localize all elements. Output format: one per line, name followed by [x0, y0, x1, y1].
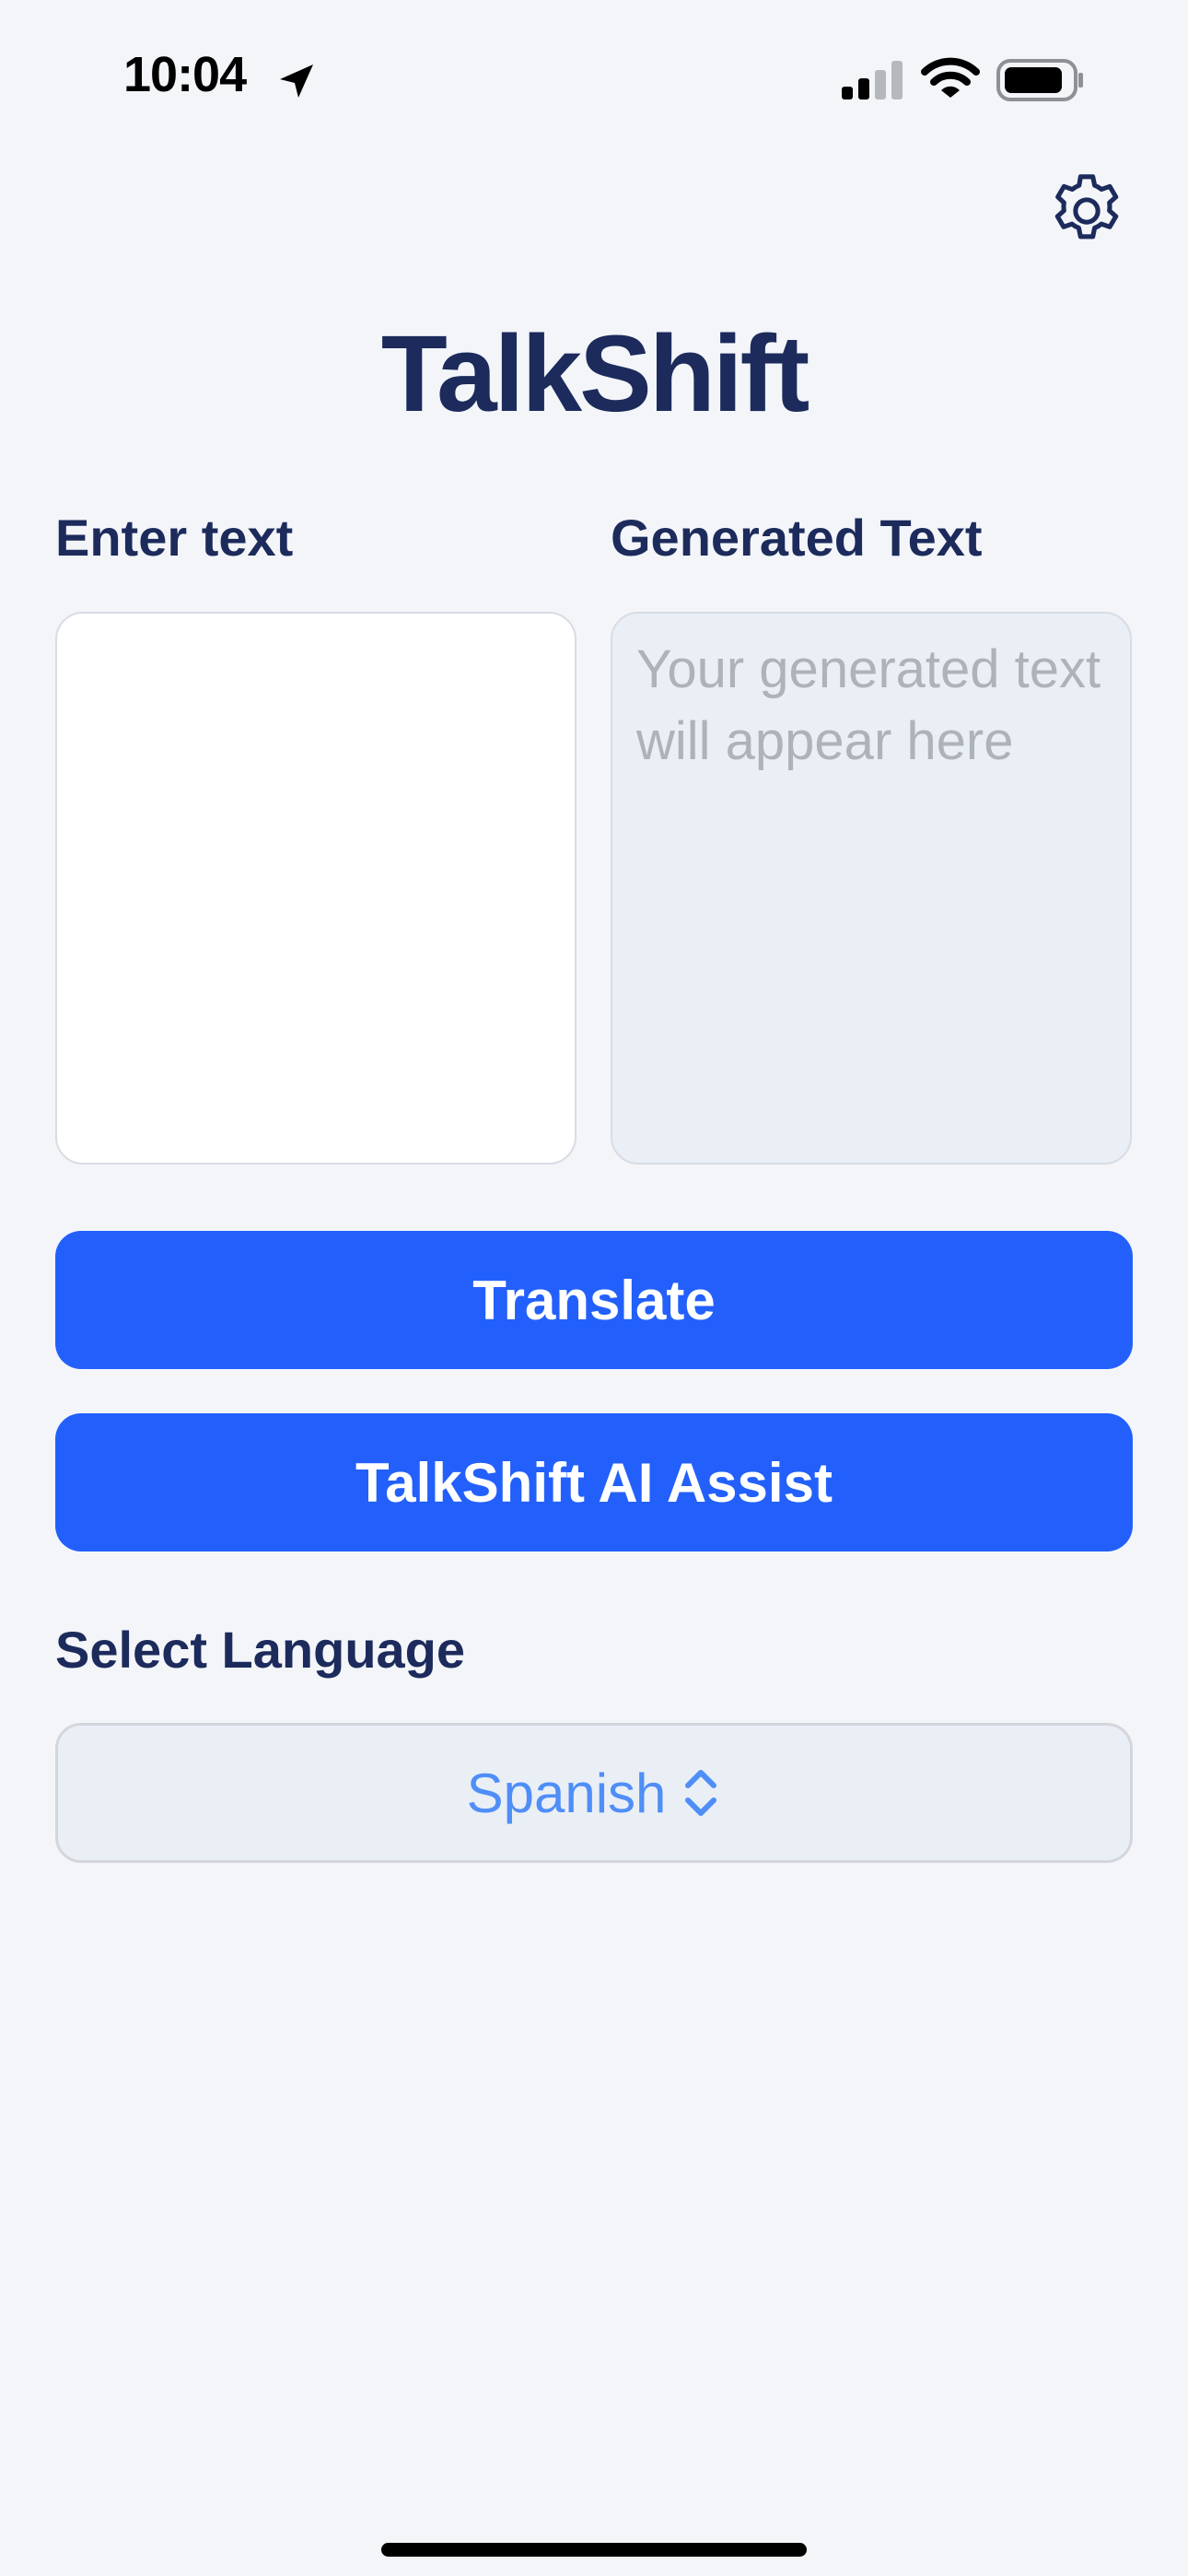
home-indicator[interactable]	[381, 2543, 807, 2557]
source-text-input[interactable]	[55, 612, 577, 1165]
status-bar: 10:04	[0, 0, 1188, 161]
battery-icon	[996, 59, 1083, 101]
status-time: 10:04	[123, 47, 247, 102]
app-title: TalkShift	[380, 313, 810, 435]
select-language-label: Select Language	[55, 1621, 466, 1679]
translate-button[interactable]: Translate	[55, 1231, 1133, 1369]
ai-assist-button[interactable]: TalkShift AI Assist	[55, 1413, 1133, 1551]
gear-icon[interactable]	[1043, 168, 1130, 254]
generated-text-placeholder: Your generated text will appear here	[636, 639, 1101, 771]
generated-text-label: Generated Text	[611, 509, 983, 567]
cellular-signal-icon	[842, 61, 903, 100]
location-arrow-icon	[280, 64, 313, 98]
selected-language: Spanish	[466, 1762, 667, 1824]
enter-text-label: Enter text	[55, 509, 294, 567]
wifi-icon	[921, 57, 980, 98]
language-picker[interactable]: Spanish	[55, 1723, 1133, 1863]
generated-text-output: Your generated text will appear here	[611, 612, 1132, 1165]
chevron-up-down-icon	[685, 1770, 717, 1816]
